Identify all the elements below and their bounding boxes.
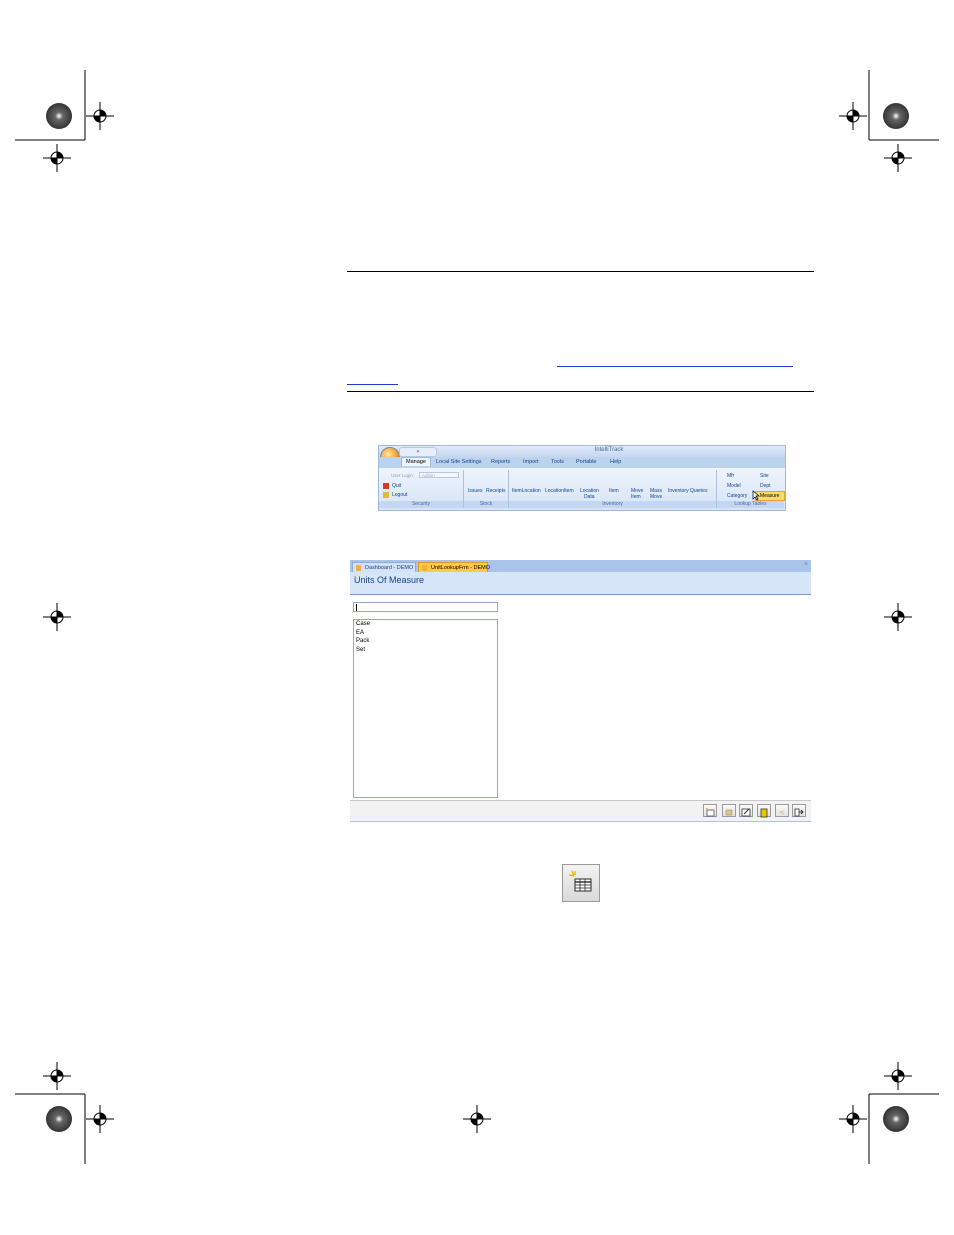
undo-button[interactable] (775, 804, 789, 817)
tab-import[interactable]: Import (523, 459, 539, 465)
tab-local-site-settings[interactable]: Local Site Settings (436, 459, 482, 465)
form-toolbar (350, 800, 811, 822)
user-login-field[interactable]: Admin (419, 472, 459, 478)
inventory-queries-button[interactable]: Inventory Queries (668, 488, 707, 494)
delete-icon (760, 808, 768, 818)
location-data-button-line2[interactable]: Data (584, 494, 595, 500)
ribbon-screenshot: ▾ IntelliTrack Manage Local Site Setting… (378, 445, 786, 511)
dept-button[interactable]: Dept (760, 483, 771, 489)
model-button[interactable]: Model (727, 483, 741, 489)
bottom-rule (347, 391, 814, 392)
tab-unit-lookup[interactable]: UnitLookupFrm - DEMO (418, 562, 490, 572)
item-button[interactable]: Item (609, 488, 619, 494)
site-button[interactable]: Site (760, 473, 769, 479)
delete-button[interactable] (757, 804, 771, 818)
group-inventory-label: Inventory (509, 501, 716, 508)
mfr-button[interactable]: Mfr (727, 473, 734, 479)
form-title: Units Of Measure (354, 575, 425, 585)
list-item[interactable]: Pack (354, 637, 497, 646)
user-login-label: User Login: (391, 473, 415, 478)
save-icon (725, 809, 733, 816)
mouse-cursor-icon (752, 490, 760, 501)
tab-help[interactable]: Help (610, 459, 621, 465)
exit-button[interactable] (792, 804, 806, 817)
starburst-bottom-left (46, 1106, 72, 1132)
tab-dashboard[interactable]: Dashboard - DEMO (352, 562, 416, 572)
save-button[interactable] (722, 804, 736, 817)
close-icon[interactable]: × (804, 561, 808, 568)
link-underline-1[interactable] (557, 366, 793, 367)
units-list[interactable]: Case EA Pack Set (353, 619, 498, 798)
search-input[interactable] (353, 602, 498, 612)
starburst-top-right (883, 103, 909, 129)
app-title: IntelliTrack (594, 447, 624, 453)
group-security-label: Security (379, 501, 463, 508)
logout-button[interactable]: Logout (392, 492, 407, 498)
list-item[interactable]: Case (354, 620, 497, 629)
new-button[interactable] (703, 804, 717, 817)
text-caret (356, 604, 357, 611)
units-of-measure-window: Dashboard - DEMO UnitLookupFrm - DEMO × … (350, 560, 811, 822)
form-tab-icon (356, 565, 361, 571)
header-divider (350, 594, 811, 595)
item-location-button[interactable]: ItemLocation (512, 488, 541, 494)
tab-unit-lookup-label: UnitLookupFrm - DEMO (431, 565, 490, 571)
location-item-button[interactable]: LocationItem (545, 488, 574, 494)
mass-move-button-line2[interactable]: Move (650, 494, 662, 500)
tab-manage[interactable]: Manage (401, 457, 431, 466)
category-button[interactable]: Category (727, 493, 747, 499)
tab-portable[interactable]: Portable (576, 459, 597, 465)
list-item[interactable]: Set (354, 646, 497, 655)
issues-button[interactable]: Issues (468, 488, 482, 494)
quit-button[interactable]: Quit (392, 483, 401, 489)
group-lookup-tables-label: Lookup Tables (717, 501, 784, 508)
link-underline-2[interactable] (347, 384, 398, 385)
new-record-icon (568, 870, 592, 892)
quick-access-toolbar[interactable]: ▾ (399, 447, 437, 457)
exit-icon (794, 808, 804, 817)
measure-button[interactable]: Measure (760, 493, 779, 499)
tab-reports[interactable]: Reports (491, 459, 510, 465)
undo-icon (778, 810, 785, 815)
new-record-icon (705, 807, 715, 817)
top-rule (347, 271, 814, 272)
edit-button[interactable] (739, 804, 753, 817)
receipts-button[interactable]: Receipts (486, 488, 505, 494)
new-record-button-large (562, 864, 600, 902)
list-item[interactable]: EA (354, 629, 497, 638)
starburst-bottom-right (883, 1106, 909, 1132)
edit-icon (741, 808, 751, 817)
group-stock-label: Stock (464, 501, 508, 508)
starburst-top-left (46, 103, 72, 129)
tab-dashboard-label: Dashboard - DEMO (365, 565, 414, 571)
tab-tools[interactable]: Tools (551, 459, 564, 465)
move-item-button-line2[interactable]: Item (631, 494, 641, 500)
quit-icon (383, 483, 389, 489)
form-tab-icon (422, 565, 427, 571)
logout-icon (383, 492, 389, 498)
